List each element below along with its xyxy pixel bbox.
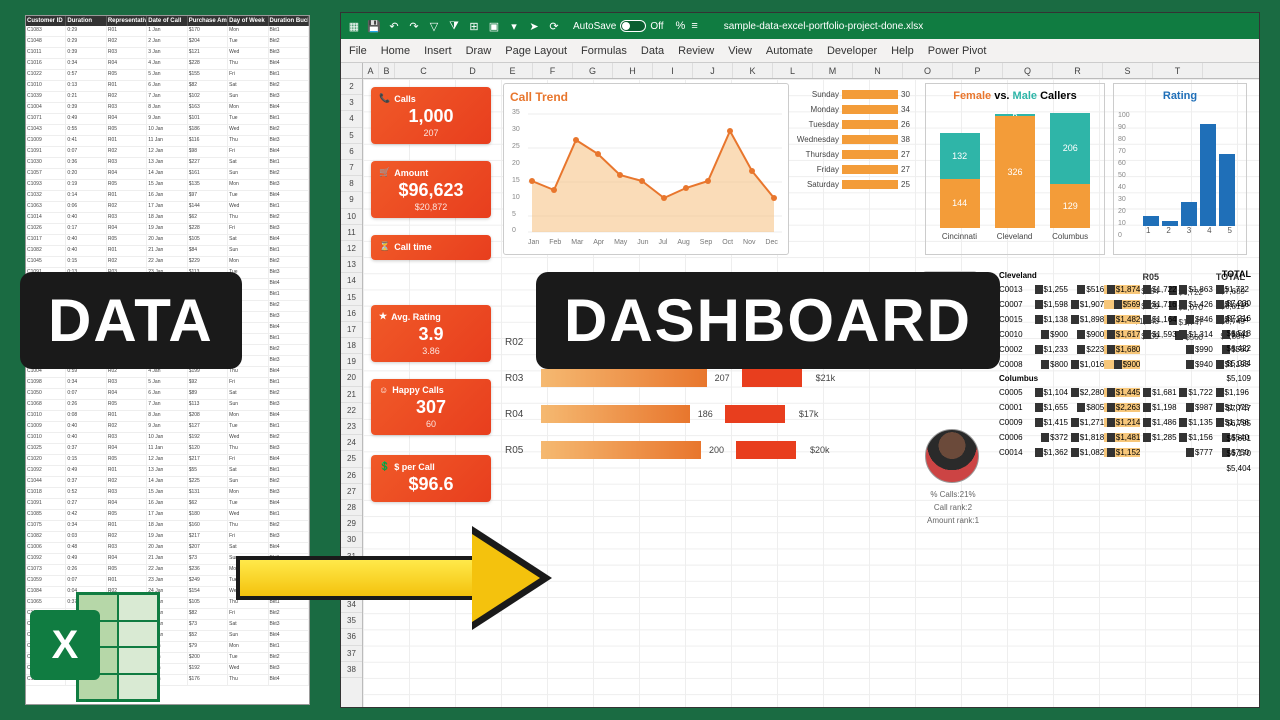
percent-icon[interactable]: % — [676, 20, 686, 32]
filter-icon[interactable]: ▽ — [427, 19, 441, 33]
clear-filter-icon[interactable]: ⧩ — [447, 19, 461, 33]
kpi-happycalls: ☺ Happy Calls30760 — [371, 379, 491, 435]
call-trend-chart: Call Trend 35302520151050 JanFebMarAprMa… — [503, 83, 789, 255]
list-icon[interactable]: ≡ — [691, 20, 697, 32]
svg-text:35: 35 — [512, 109, 520, 116]
undo-icon[interactable]: ↶ — [387, 19, 401, 33]
ribbon-tab-formulas[interactable]: Formulas — [581, 45, 627, 57]
ribbon-tab-data[interactable]: Data — [641, 45, 664, 57]
ribbon-tab-developer[interactable]: Developer — [827, 45, 877, 57]
excel-window: ▦ 💾 ↶ ↷ ▽ ⧩ ⊞ ▣ ▾ ➤ ⟳ AutoSave Off % ≡ s… — [340, 12, 1260, 708]
freeze-icon[interactable]: ⊞ — [467, 19, 481, 33]
svg-text:15: 15 — [512, 177, 520, 184]
ribbon-tab-page-layout[interactable]: Page Layout — [505, 45, 567, 57]
rating-chart: Rating 1009080706050403020100 12345 — [1113, 83, 1247, 255]
grid-icon[interactable]: ▦ — [347, 19, 361, 33]
ribbon-tabs: File Home Insert Draw Page Layout Formulas Dat… — [341, 39, 1259, 63]
refresh-icon[interactable]: ⟳ — [547, 19, 561, 33]
svg-text:10: 10 — [512, 194, 520, 201]
ribbon-tab-automate[interactable]: Automate — [766, 45, 813, 57]
svg-text:30: 30 — [512, 126, 520, 133]
totals-column: TOTAL $7,230$7,216$6,518$6,422$5,034$5,1… — [1201, 269, 1251, 479]
ribbon-tab-insert[interactable]: Insert — [424, 45, 452, 57]
dashboard-canvas: 📞 Calls1,000207 🛒 Amount$96,623$20,872 ⏳ C… — [363, 79, 1259, 707]
redo-icon[interactable]: ↷ — [407, 19, 421, 33]
svg-text:5: 5 — [512, 211, 516, 218]
rep-bars: R02218$21kR03207$21kR04186$17kR05200$20k — [505, 324, 915, 468]
quick-access-toolbar: ▦ 💾 ↶ ↷ ▽ ⧩ ⊞ ▣ ▾ ➤ ⟳ — [347, 19, 561, 33]
border-icon[interactable]: ▣ — [487, 19, 501, 33]
ribbon-tab-review[interactable]: Review — [678, 45, 714, 57]
excel-logo-icon: X — [30, 592, 160, 702]
svg-text:20: 20 — [512, 160, 520, 167]
kpi-calltime: ⏳ Call time — [371, 235, 491, 260]
rep-slicer[interactable]: R04R05 — [923, 271, 977, 319]
rank-text: % Calls:21%Call rank:2Amount rank:1 — [911, 489, 995, 527]
svg-text:25: 25 — [512, 143, 520, 150]
kpi-amount: 🛒 Amount$96,623$20,872 — [371, 161, 491, 218]
kpi-percall: 💲 $ per Call$96.6 — [371, 455, 491, 502]
autosave-toggle[interactable]: AutoSave Off — [573, 20, 664, 32]
gender-chart: Female vs. Male Callers 1321446326206129… — [925, 83, 1105, 255]
column-headers: ABCDEFGHIJKLMNOPQRST — [341, 63, 1259, 79]
dropdown-icon[interactable]: ▾ — [507, 19, 521, 33]
ribbon-tab-view[interactable]: View — [728, 45, 752, 57]
cursor-icon[interactable]: ➤ — [527, 19, 541, 33]
svg-text:0: 0 — [512, 227, 516, 234]
ribbon-tab-power-pivot[interactable]: Power Pivot — [928, 45, 987, 57]
kpi-avgrating: ★ Avg. Rating3.93.86 — [371, 305, 491, 362]
ribbon-tab-help[interactable]: Help — [891, 45, 914, 57]
save-icon[interactable]: 💾 — [367, 19, 381, 33]
ribbon-tab-file[interactable]: File — [349, 45, 367, 57]
weekday-bar-chart: Sunday30Monday34Tuesday26Wednesday38Thur… — [795, 87, 917, 192]
ribbon-tab-draw[interactable]: Draw — [466, 45, 492, 57]
kpi-calls: 📞 Calls1,000207 — [371, 87, 491, 144]
ribbon-tab-home[interactable]: Home — [381, 45, 410, 57]
rep-avatar — [925, 429, 979, 483]
titlebar: ▦ 💾 ↶ ↷ ▽ ⧩ ⊞ ▣ ▾ ➤ ⟳ AutoSave Off % ≡ s… — [341, 13, 1259, 39]
row-headers: 2345678910111213141516171819202122232425… — [341, 79, 363, 707]
filename-label: sample-data-excel-portfolio-project-done… — [724, 21, 924, 32]
